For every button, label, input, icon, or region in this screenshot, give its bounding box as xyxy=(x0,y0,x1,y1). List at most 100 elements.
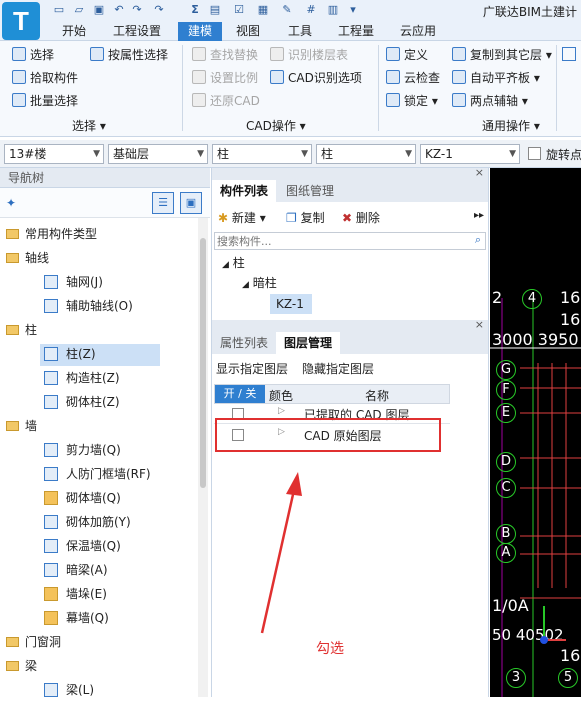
redo-dropdown-icon[interactable]: ↷ xyxy=(152,3,166,17)
cloud-check-button[interactable]: 云检查 xyxy=(386,68,440,88)
copy-to-other-floor-button[interactable]: 复制到其它层 ▾ xyxy=(452,45,552,65)
lock-button[interactable]: 锁定 ▾ xyxy=(386,91,438,111)
tree-node-selected[interactable]: KZ-1 xyxy=(270,294,312,314)
scrollbar-thumb[interactable] xyxy=(200,238,206,488)
nav-item[interactable]: 墙垛(E) xyxy=(44,582,107,606)
hide-layers-button[interactable]: 隐藏指定图层 xyxy=(302,360,374,377)
nav-category[interactable]: 门窗洞 xyxy=(6,630,61,654)
more-tools-icon[interactable] xyxy=(562,47,576,61)
define-button[interactable]: 定义 xyxy=(386,45,428,65)
layer-select[interactable]: 基础层 ▼ xyxy=(108,144,208,164)
open-folder-icon[interactable]: ▱ xyxy=(72,3,86,17)
close-icon[interactable]: × xyxy=(475,318,484,331)
batch-select-button[interactable]: 批量选择 xyxy=(12,91,78,111)
nav-item[interactable]: 辅助轴线(O) xyxy=(44,294,133,318)
more-icon[interactable]: ▸▸ xyxy=(474,210,484,221)
column-header-onoff[interactable]: 开 / 关 xyxy=(215,385,265,403)
auto-align-slab-button[interactable]: 自动平齐板 ▾ xyxy=(452,68,540,88)
redo-icon[interactable]: ↷ xyxy=(130,3,144,17)
new-button[interactable]: ✱ 新建 ▾ xyxy=(218,209,266,226)
tab-start[interactable]: 开始 xyxy=(54,22,94,41)
sum-icon[interactable]: Σ xyxy=(188,3,202,17)
dropdown-icon[interactable]: ▾ xyxy=(346,3,360,17)
nav-item[interactable]: 剪力墙(Q) xyxy=(44,438,121,462)
component-type-select[interactable]: 柱 ▼ xyxy=(212,144,312,164)
cad-recognition-options-button[interactable]: CAD识别选项 xyxy=(270,68,362,88)
nav-item[interactable]: 构造柱(Z) xyxy=(44,366,120,390)
two-point-aux-axis-button[interactable]: 两点辅轴 ▾ xyxy=(452,91,528,111)
component-name-select[interactable]: KZ-1 ▼ xyxy=(420,144,520,164)
copy-button[interactable]: ❐ 复制 xyxy=(286,209,325,226)
expand-icon[interactable]: ▷ xyxy=(278,406,285,416)
nav-item[interactable]: 砌体柱(Z) xyxy=(44,390,120,414)
list-view-icon[interactable]: ☰ xyxy=(152,192,174,214)
panel-grip: × xyxy=(212,318,488,332)
component-search[interactable]: ⌕ xyxy=(214,232,486,250)
nav-item[interactable]: 轴网(J) xyxy=(44,270,103,294)
search-icon[interactable]: ⌕ xyxy=(475,233,481,247)
tab-layer-management[interactable]: 图层管理 xyxy=(276,332,341,354)
tab-tools[interactable]: 工具 xyxy=(280,22,320,41)
nav-category[interactable]: 轴线 xyxy=(6,246,49,270)
nav-item[interactable]: 砌体加筋(Y) xyxy=(44,510,131,534)
tree-node[interactable]: ◢ 暗柱 xyxy=(242,274,277,291)
nav-category[interactable]: 梁 xyxy=(6,654,37,678)
find-replace-button[interactable]: 查找替换 xyxy=(192,45,258,65)
expand-icon: ◢ xyxy=(242,280,249,290)
component-subtype-select[interactable]: 柱 ▼ xyxy=(316,144,416,164)
identify-floor-table-button[interactable]: 识别楼层表 xyxy=(270,45,348,65)
nav-item[interactable]: 砌体墙(Q) xyxy=(44,486,121,510)
check-icon[interactable]: ☑ xyxy=(232,3,246,17)
ucs-axes-icon xyxy=(540,606,566,644)
search-input[interactable] xyxy=(215,233,455,249)
nav-item[interactable]: 暗梁(A) xyxy=(44,558,108,582)
tab-quantities[interactable]: 工程量 xyxy=(330,22,382,41)
delete-button[interactable]: ✖ 删除 xyxy=(342,209,380,226)
tab-cloud[interactable]: 云应用 xyxy=(392,22,444,41)
tab-component-list[interactable]: 构件列表 xyxy=(212,180,277,202)
set-scale-button[interactable]: 设置比例 xyxy=(192,68,258,88)
tab-property-list[interactable]: 属性列表 xyxy=(212,332,276,354)
close-icon[interactable]: × xyxy=(475,166,484,179)
drawing-canvas[interactable]: 2 4 16 16 3000 3950 G F E D C B A 1/0A 5… xyxy=(490,168,581,697)
tab-modeling[interactable]: 建模 xyxy=(178,22,222,41)
nav-item[interactable]: 人防门框墙(RF) xyxy=(44,462,151,486)
general-group-label: 通用操作 ▾ xyxy=(482,119,540,133)
nav-category[interactable]: 墙 xyxy=(6,414,37,438)
delete-icon: ✖ xyxy=(342,211,353,225)
tab-drawing-management[interactable]: 图纸管理 xyxy=(278,180,342,202)
undo-icon[interactable]: ↶ xyxy=(112,3,126,17)
edit-icon[interactable]: ✎ xyxy=(280,3,294,17)
nav-item[interactable]: 梁(L) xyxy=(44,678,94,702)
calc-icon[interactable]: ▤ xyxy=(208,3,222,17)
app-logo[interactable]: T xyxy=(2,2,40,40)
tab-view[interactable]: 视图 xyxy=(228,22,268,41)
nav-item[interactable]: 幕墙(Q) xyxy=(44,606,109,630)
axis-bubble: C xyxy=(496,478,516,498)
pick-component-button[interactable]: 拾取构件 xyxy=(12,68,78,88)
new-file-icon[interactable]: ▭ xyxy=(52,3,66,17)
tree-view-icon[interactable]: ▣ xyxy=(180,192,202,214)
cursor-icon xyxy=(12,47,26,61)
tree-node[interactable]: ◢ 柱 xyxy=(222,254,245,271)
restore-cad-button[interactable]: 还原CAD xyxy=(192,91,260,111)
tab-project-settings[interactable]: 工程设置 xyxy=(104,22,170,41)
save-icon[interactable]: ▣ xyxy=(92,3,106,17)
batch-icon xyxy=(12,93,26,107)
view-icon[interactable]: ▥ xyxy=(326,3,340,17)
nav-item[interactable]: 柱(Z) xyxy=(44,342,96,366)
nav-scrollbar[interactable] xyxy=(198,218,208,697)
select-by-property-button[interactable]: 按属性选择 xyxy=(90,45,168,65)
nav-tree-header: 导航树 xyxy=(0,168,210,188)
highlight-box xyxy=(215,418,441,452)
nav-category[interactable]: 柱 xyxy=(6,318,37,342)
rotate-point-checkbox[interactable] xyxy=(528,147,541,160)
table-icon[interactable]: ▦ xyxy=(256,3,270,17)
show-layers-button[interactable]: 显示指定图层 xyxy=(216,360,288,377)
nav-item[interactable]: 保温墙(Q) xyxy=(44,534,121,558)
select-button[interactable]: 选择 xyxy=(12,45,54,65)
grid-icon[interactable]: # xyxy=(304,3,318,17)
sparkle-icon[interactable]: ✦ xyxy=(6,196,16,210)
nav-category[interactable]: 常用构件类型 xyxy=(6,222,97,246)
floor-select[interactable]: 13#楼 ▼ xyxy=(4,144,104,164)
